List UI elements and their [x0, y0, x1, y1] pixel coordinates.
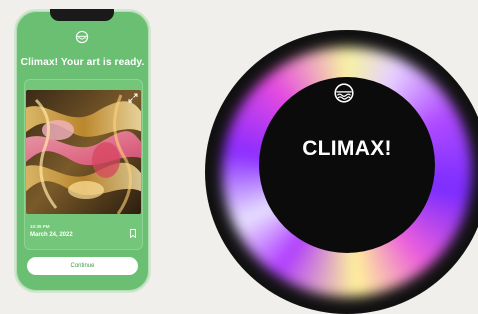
- continue-button[interactable]: Continue: [27, 257, 138, 275]
- expand-icon[interactable]: [128, 93, 138, 103]
- phone-notch: [50, 9, 114, 21]
- phone-mockup: Climax! Your art is ready. 10:35 PM Marc…: [14, 9, 151, 293]
- art-card[interactable]: 10:35 PM March 24, 2022: [24, 79, 143, 250]
- globe-wave-logo-icon: [334, 83, 354, 103]
- bookmark-icon[interactable]: [130, 229, 136, 238]
- art-time: 10:35 PM: [30, 224, 50, 229]
- page-title: Climax! Your art is ready.: [20, 57, 145, 68]
- climax-orb: CLIMAX!: [205, 30, 478, 314]
- artwork-image[interactable]: [26, 90, 141, 214]
- art-date: March 24, 2022: [30, 232, 73, 238]
- orb-title: CLIMAX!: [302, 137, 392, 160]
- globe-wave-logo-icon: [75, 30, 89, 44]
